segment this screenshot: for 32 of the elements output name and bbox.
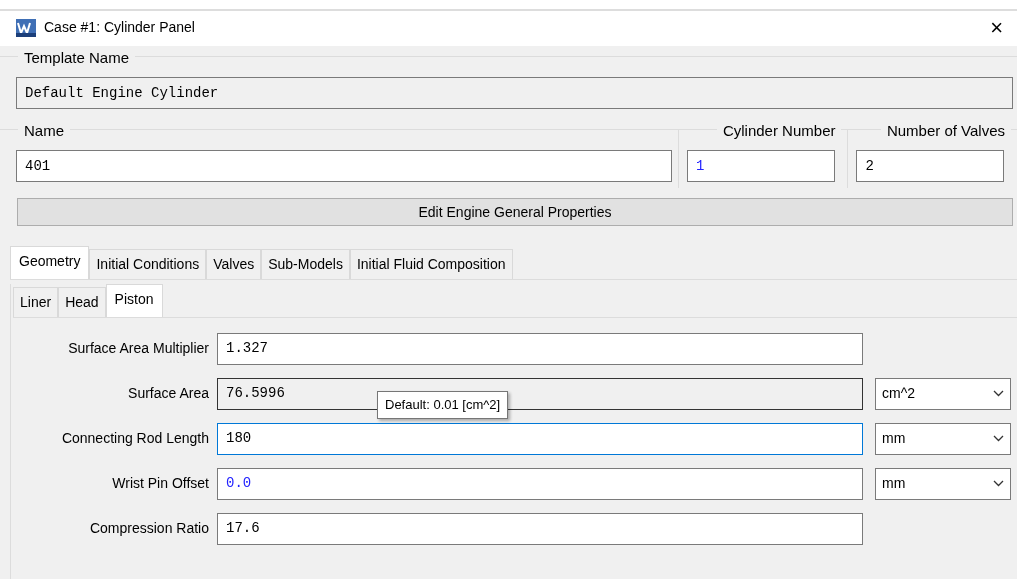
input-field[interactable]: 2 <box>856 150 1005 182</box>
tooltip: Default: 0.01 [cm^2] <box>377 391 509 419</box>
tab[interactable]: Head <box>58 287 106 317</box>
tab[interactable]: Initial Conditions <box>89 249 207 279</box>
tab[interactable]: Sub-Models <box>261 249 350 279</box>
close-button[interactable]: × <box>988 16 1005 39</box>
unit-dropdown[interactable]: mm <box>875 467 1011 500</box>
input-field[interactable]: 401 <box>16 150 672 182</box>
field-label: Connecting Rod Length <box>60 429 210 448</box>
input-field[interactable]: Default Engine Cylinder <box>16 77 1013 109</box>
input-field[interactable]: 1.327 <box>217 332 863 365</box>
caret-icon <box>993 480 1004 487</box>
tab[interactable]: Initial Fluid Composition <box>349 249 513 279</box>
input-field[interactable]: 17.6 <box>217 512 863 545</box>
field-label: Wrist Pin Offset <box>111 474 210 493</box>
field-label: Compression Ratio <box>88 519 210 538</box>
input-field[interactable]: 1 <box>686 150 835 182</box>
caret-icon <box>993 390 1004 397</box>
tab[interactable]: Valves <box>206 249 262 279</box>
unit-dropdown[interactable]: cm^2 <box>875 377 1011 410</box>
field-label: Surface Area Multiplier <box>67 339 210 358</box>
input-field[interactable]: 0.0 <box>217 467 863 500</box>
tab[interactable]: Liner <box>13 287 59 317</box>
caret-icon <box>993 435 1004 442</box>
window-title: Case #1: Cylinder Panel <box>44 18 196 37</box>
unit-dropdown[interactable]: mm <box>875 422 1011 455</box>
edit-properties-button[interactable]: Edit Engine General Properties <box>17 198 1013 226</box>
tab[interactable]: Geometry <box>10 246 90 279</box>
field-label: Surface Area <box>127 384 210 403</box>
input-field[interactable]: 180 <box>217 422 863 455</box>
app-logo-icon <box>16 18 36 37</box>
tab[interactable]: Piston <box>105 284 163 317</box>
